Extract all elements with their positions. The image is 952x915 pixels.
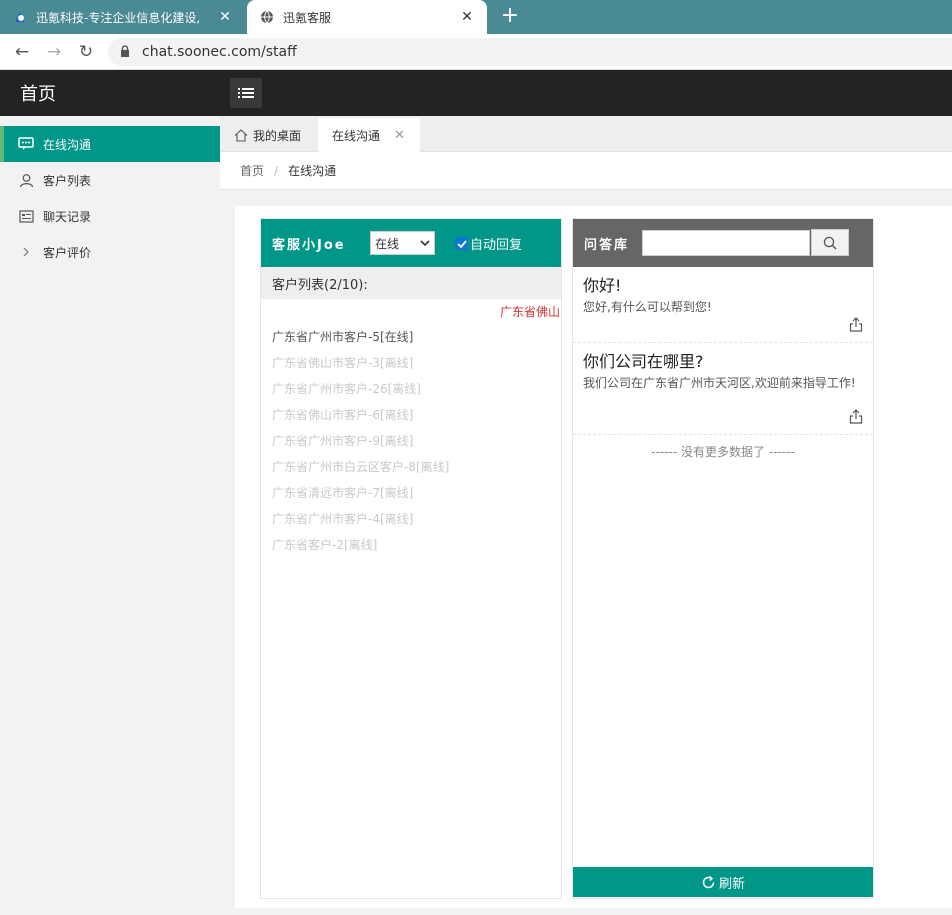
customer-list: 广东省广州市客户-5[在线] 广东省佛山市客户-3[离线] 广东省广州市客户-2… bbox=[272, 329, 552, 563]
browser-tab-title: 迅氪科技-专注企业信息化建设, bbox=[36, 10, 201, 25]
page-tabs: 我的桌面 在线沟通 ✕ bbox=[220, 116, 952, 152]
reload-icon[interactable]: ↻ bbox=[76, 42, 96, 62]
customer-item[interactable]: 广东省客户-2[离线] bbox=[272, 537, 552, 563]
share-icon[interactable] bbox=[849, 317, 863, 333]
qa-question: 你们公司在哪里? bbox=[583, 352, 704, 371]
url-field[interactable]: chat.soonec.com/staff bbox=[108, 38, 952, 66]
chevron-right-icon bbox=[18, 244, 34, 260]
refresh-button[interactable]: 刷新 bbox=[573, 867, 873, 897]
address-bar: ← → ↻ chat.soonec.com/staff bbox=[0, 34, 952, 70]
share-icon[interactable] bbox=[849, 409, 863, 425]
new-tab-icon[interactable]: + bbox=[498, 5, 522, 29]
status-selected-value: 在线 bbox=[375, 236, 400, 251]
sidebar-item-customer-list[interactable]: 客户列表 bbox=[0, 162, 220, 198]
auto-reply-checkbox[interactable] bbox=[455, 237, 468, 250]
back-arrow-icon[interactable]: ← bbox=[12, 42, 32, 62]
home-icon bbox=[234, 128, 248, 142]
qa-search-input[interactable] bbox=[642, 230, 810, 256]
qa-item[interactable]: 你们公司在哪里? 我们公司在广东省广州市天河区,欢迎前来指导工作! bbox=[573, 343, 873, 435]
qa-panel: 问答库 你好! 您好,有什么可以帮到您! 你们公司在哪里? 我们公司在广东省广州… bbox=[572, 218, 874, 899]
customer-item[interactable]: 广东省广州市客户-9[离线] bbox=[272, 433, 552, 459]
auto-reply-label: 自动回复 bbox=[470, 238, 523, 253]
marquee-notice: 广东省佛山 bbox=[500, 305, 560, 319]
url-text: chat.soonec.com/staff bbox=[142, 44, 297, 60]
browser-tab-service[interactable]: 迅氪客服 ✕ bbox=[247, 0, 487, 34]
no-more-data: ------ 没有更多数据了 ------ bbox=[651, 445, 795, 459]
sidebar-item-online-chat[interactable]: 在线沟通 bbox=[0, 126, 220, 162]
status-select[interactable]: 在线 bbox=[370, 231, 435, 255]
browser-tab-title: 迅氪客服 bbox=[283, 10, 332, 25]
close-tab-icon[interactable]: ✕ bbox=[217, 9, 233, 25]
sidebar-item-label: 聊天记录 bbox=[43, 209, 92, 224]
qa-title: 问答库 bbox=[584, 238, 630, 253]
customer-item[interactable]: 广东省广州市客户-26[离线] bbox=[272, 381, 552, 407]
sidebar-item-chat-records[interactable]: 聊天记录 bbox=[0, 198, 220, 234]
auto-reply-toggle[interactable]: 自动回复 bbox=[455, 234, 522, 253]
sidebar-item-label: 在线沟通 bbox=[43, 137, 92, 152]
service-header: 客服小Joe 在线 自动回复 bbox=[261, 219, 561, 267]
agent-name: 客服小Joe bbox=[272, 238, 346, 253]
tab-label: 我的桌面 bbox=[253, 128, 302, 143]
customer-item[interactable]: 广东省佛山市客户-3[离线] bbox=[272, 355, 552, 381]
lock-icon bbox=[120, 44, 134, 60]
close-icon[interactable]: ✕ bbox=[394, 128, 405, 143]
user-icon bbox=[18, 172, 34, 188]
brand-title[interactable]: 首页 bbox=[20, 80, 56, 106]
record-icon bbox=[18, 208, 34, 224]
browser-tab-soonec[interactable]: 迅氪科技-专注企业信息化建设, ✕ bbox=[0, 0, 245, 34]
soonec-favicon-icon bbox=[12, 9, 28, 25]
sidebar: 在线沟通 客户列表 聊天记录 客户评价 bbox=[0, 116, 220, 915]
sidebar-item-label: 客户评价 bbox=[43, 245, 92, 260]
chevron-down-icon bbox=[420, 239, 430, 246]
service-panel: 客服小Joe 在线 自动回复 客户列表(2/10): 广东省佛山 广东省广州市客… bbox=[260, 218, 562, 899]
sidebar-item-label: 客户列表 bbox=[43, 173, 92, 188]
menu-toggle-button[interactable] bbox=[230, 78, 262, 108]
search-icon bbox=[823, 236, 837, 249]
refresh-icon bbox=[701, 875, 716, 890]
app-header: 首页 bbox=[0, 70, 952, 116]
tab-my-desktop[interactable]: 我的桌面 bbox=[220, 118, 318, 152]
close-tab-icon[interactable]: ✕ bbox=[459, 9, 475, 25]
breadcrumb-separator: / bbox=[274, 163, 279, 178]
breadcrumb: 首页 / 在线沟通 bbox=[220, 152, 952, 190]
menu-list-icon bbox=[238, 88, 254, 98]
chat-icon bbox=[18, 136, 34, 152]
customer-list-header: 客户列表(2/10): bbox=[261, 267, 561, 299]
qa-question: 你好! bbox=[583, 276, 622, 295]
qa-answer: 我们公司在广东省广州市天河区,欢迎前来指导工作! bbox=[583, 376, 856, 390]
customer-item[interactable]: 广东省广州市白云区客户-8[离线] bbox=[272, 459, 552, 485]
forward-arrow-icon[interactable]: → bbox=[44, 42, 64, 62]
customer-item[interactable]: 广东省佛山市客户-6[离线] bbox=[272, 407, 552, 433]
qa-header: 问答库 bbox=[573, 219, 873, 267]
customer-item[interactable]: 广东省广州市客户-5[在线] bbox=[272, 329, 552, 355]
refresh-label: 刷新 bbox=[718, 876, 745, 892]
sidebar-item-customer-reviews[interactable]: 客户评价 bbox=[0, 234, 220, 270]
qa-search-button[interactable] bbox=[811, 229, 849, 256]
browser-tab-bar: 迅氪科技-专注企业信息化建设, ✕ 迅氪客服 ✕ + bbox=[0, 0, 952, 34]
customer-item[interactable]: 广东省清远市客户-7[离线] bbox=[272, 485, 552, 511]
qa-item[interactable]: 你好! 您好,有什么可以帮到您! bbox=[573, 267, 873, 343]
tab-label: 在线沟通 bbox=[332, 128, 381, 143]
tab-online-chat[interactable]: 在线沟通 ✕ bbox=[318, 118, 420, 152]
breadcrumb-current: 在线沟通 bbox=[288, 164, 337, 178]
qa-answer: 您好,有什么可以帮到您! bbox=[583, 300, 712, 314]
check-icon bbox=[456, 239, 467, 248]
breadcrumb-home[interactable]: 首页 bbox=[240, 162, 264, 179]
globe-icon bbox=[259, 9, 275, 25]
customer-item[interactable]: 广东省广州市客户-4[离线] bbox=[272, 511, 552, 537]
